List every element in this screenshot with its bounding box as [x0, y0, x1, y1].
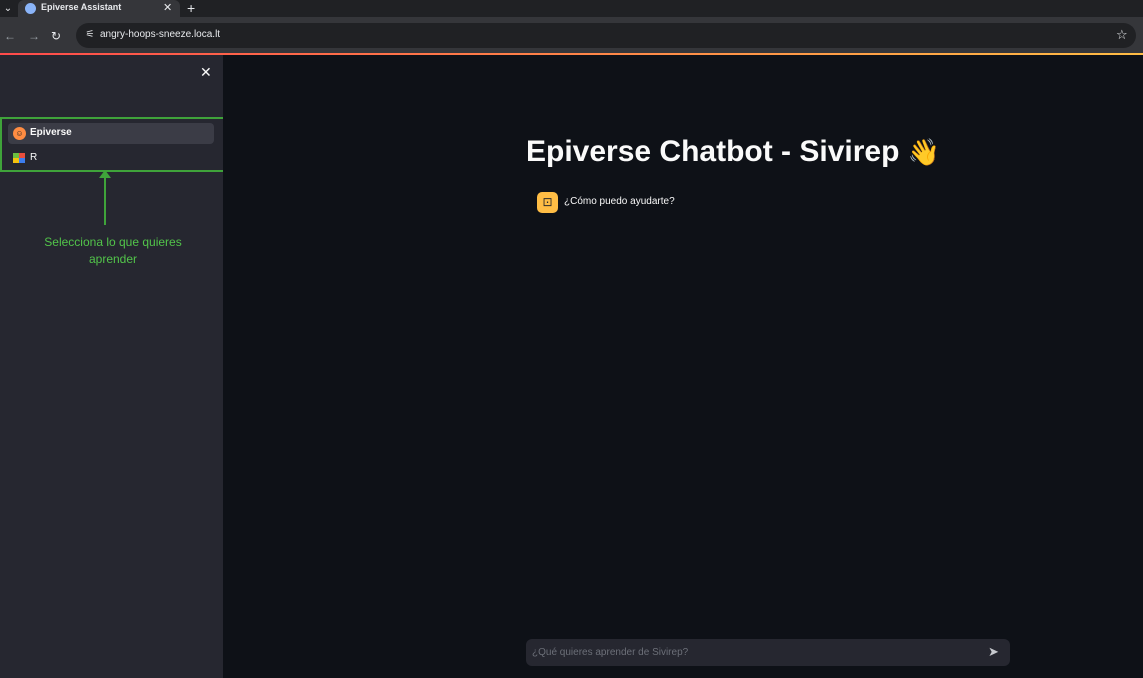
sidebar-item-epiverse[interactable]: ☺ Epiverse	[8, 123, 214, 144]
epiverse-emoji-icon: ☺	[13, 127, 26, 140]
main-content: Epiverse Chatbot - Sivirep 👋 ⊡ ¿Cómo pue…	[223, 55, 1143, 678]
tab-search-dropdown-icon[interactable]: ⌄	[0, 0, 16, 17]
tab-title: Epiverse Assistant	[41, 2, 122, 12]
star-icon[interactable]: ☆	[1116, 27, 1128, 43]
chat-message-text: ¿Cómo puedo ayudarte?	[564, 196, 675, 207]
chat-input[interactable]: ➤	[526, 639, 1010, 666]
page-title: Epiverse Chatbot - Sivirep 👋	[526, 135, 940, 169]
bot-icon: ⊡	[537, 192, 558, 213]
browser-toolbar: ← → ↻ ⚟ angry-hoops-sneeze.loca.lt ☆	[0, 17, 1143, 54]
sidebar: ✕ ☺ Epiverse R Selecciona lo que quieres…	[0, 55, 228, 678]
reload-icon[interactable]: ↻	[51, 29, 61, 43]
browser-tabstrip: ⌄ Epiverse Assistant ✕ +	[0, 0, 1143, 17]
address-bar[interactable]: ⚟ angry-hoops-sneeze.loca.lt ☆	[76, 23, 1136, 48]
send-icon[interactable]: ➤	[988, 644, 999, 660]
forward-icon[interactable]: →	[28, 29, 40, 43]
chat-input-field[interactable]	[532, 645, 972, 660]
page-title-text: Epiverse Chatbot - Sivirep	[526, 135, 900, 168]
tune-icon[interactable]: ⚟	[84, 29, 96, 41]
url-text[interactable]: angry-hoops-sneeze.loca.lt	[100, 29, 220, 40]
sidebar-nav-highlight: ☺ Epiverse R	[0, 117, 228, 172]
new-tab-button[interactable]: +	[187, 0, 195, 16]
colored-squares-icon	[13, 153, 26, 164]
back-icon[interactable]: ←	[4, 29, 16, 43]
browser-tab[interactable]: Epiverse Assistant ✕	[18, 0, 180, 17]
robot-icon	[25, 3, 36, 14]
sidebar-item-label: R	[30, 152, 38, 163]
sidebar-item-label: Epiverse	[30, 127, 72, 138]
annotation-text: Selecciona lo que quieres aprender	[44, 235, 182, 266]
sidebar-close-icon[interactable]: ✕	[200, 64, 212, 81]
tab-close-icon[interactable]: ✕	[163, 1, 172, 14]
annotation-arrow-line	[104, 173, 106, 225]
waving-hand-icon: 👋	[907, 137, 941, 167]
sidebar-item-r[interactable]: R	[8, 148, 214, 169]
